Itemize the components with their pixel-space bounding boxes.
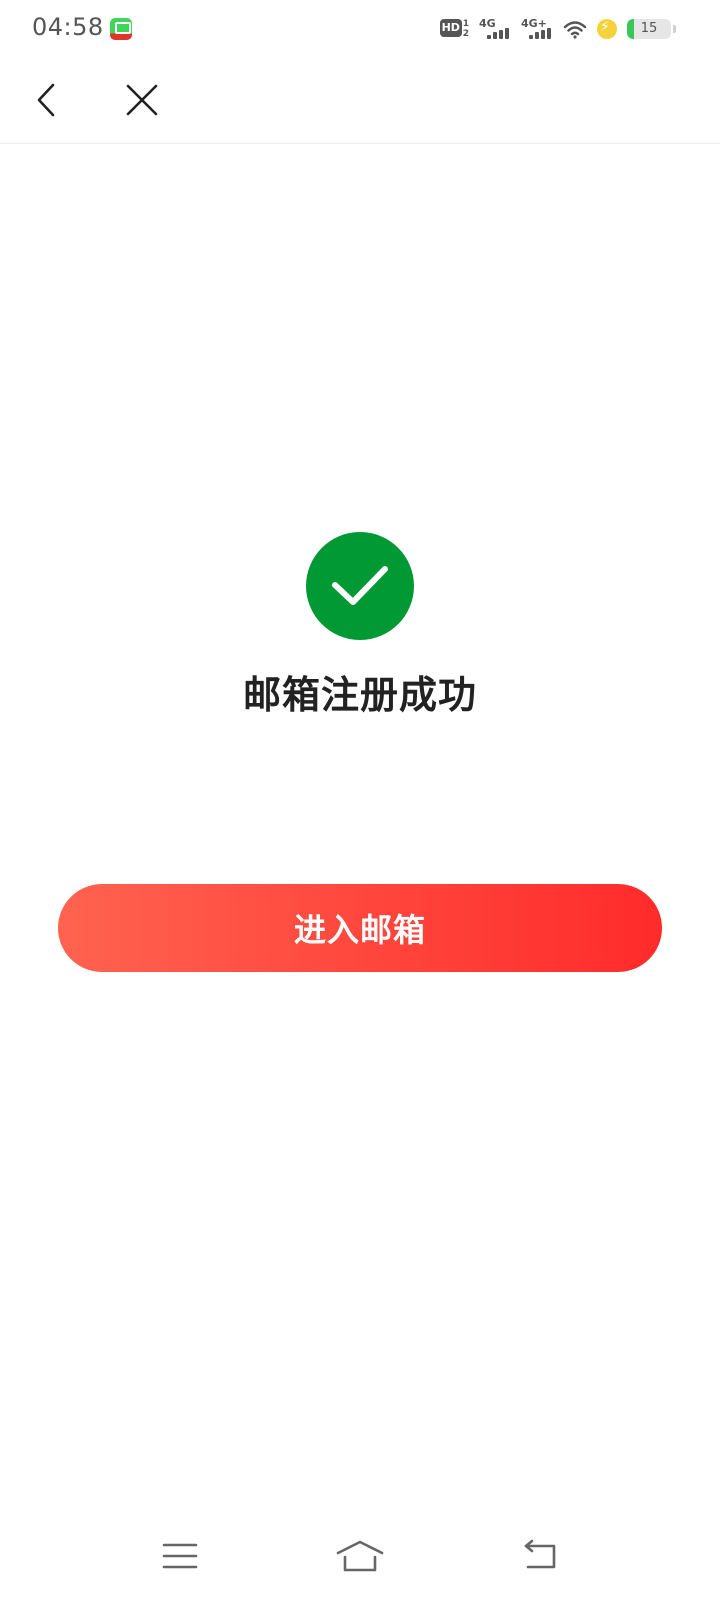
status-indicators: HD 1 2 4G 4G+ 15 bbox=[439, 15, 676, 43]
system-nav-bar bbox=[0, 1520, 720, 1600]
signal-4g-icon: 4G bbox=[479, 17, 511, 41]
status-time: 04:58 bbox=[32, 13, 104, 41]
back-button[interactable] bbox=[24, 76, 72, 124]
back-icon bbox=[524, 1539, 556, 1569]
battery-tip bbox=[673, 25, 676, 33]
charging-icon bbox=[597, 19, 617, 39]
close-icon bbox=[126, 84, 158, 116]
checkmark-circle-icon bbox=[306, 532, 414, 640]
status-bar: 04:58 HD 1 2 4G 4G+ ⚡ 15 bbox=[0, 0, 720, 56]
home-button[interactable] bbox=[332, 1530, 388, 1582]
enter-mailbox-button[interactable]: 进入邮箱 bbox=[58, 884, 662, 972]
nav-bar bbox=[0, 56, 720, 144]
page-title: 邮箱注册成功 bbox=[242, 673, 477, 717]
signal-4g-plus-icon: 4G+ bbox=[521, 17, 553, 41]
chevron-left-icon bbox=[37, 83, 55, 117]
battery-level: 15 bbox=[640, 21, 658, 36]
hd-voice-icon: HD 1 2 bbox=[439, 19, 469, 39]
battery-icon: 15 bbox=[627, 19, 671, 39]
home-icon bbox=[336, 1540, 384, 1572]
app-notification-icon bbox=[110, 18, 132, 40]
wifi-icon bbox=[563, 19, 587, 39]
close-button[interactable] bbox=[118, 76, 166, 124]
menu-button[interactable] bbox=[152, 1530, 208, 1582]
system-back-button[interactable] bbox=[512, 1530, 568, 1582]
menu-icon bbox=[162, 1543, 198, 1569]
